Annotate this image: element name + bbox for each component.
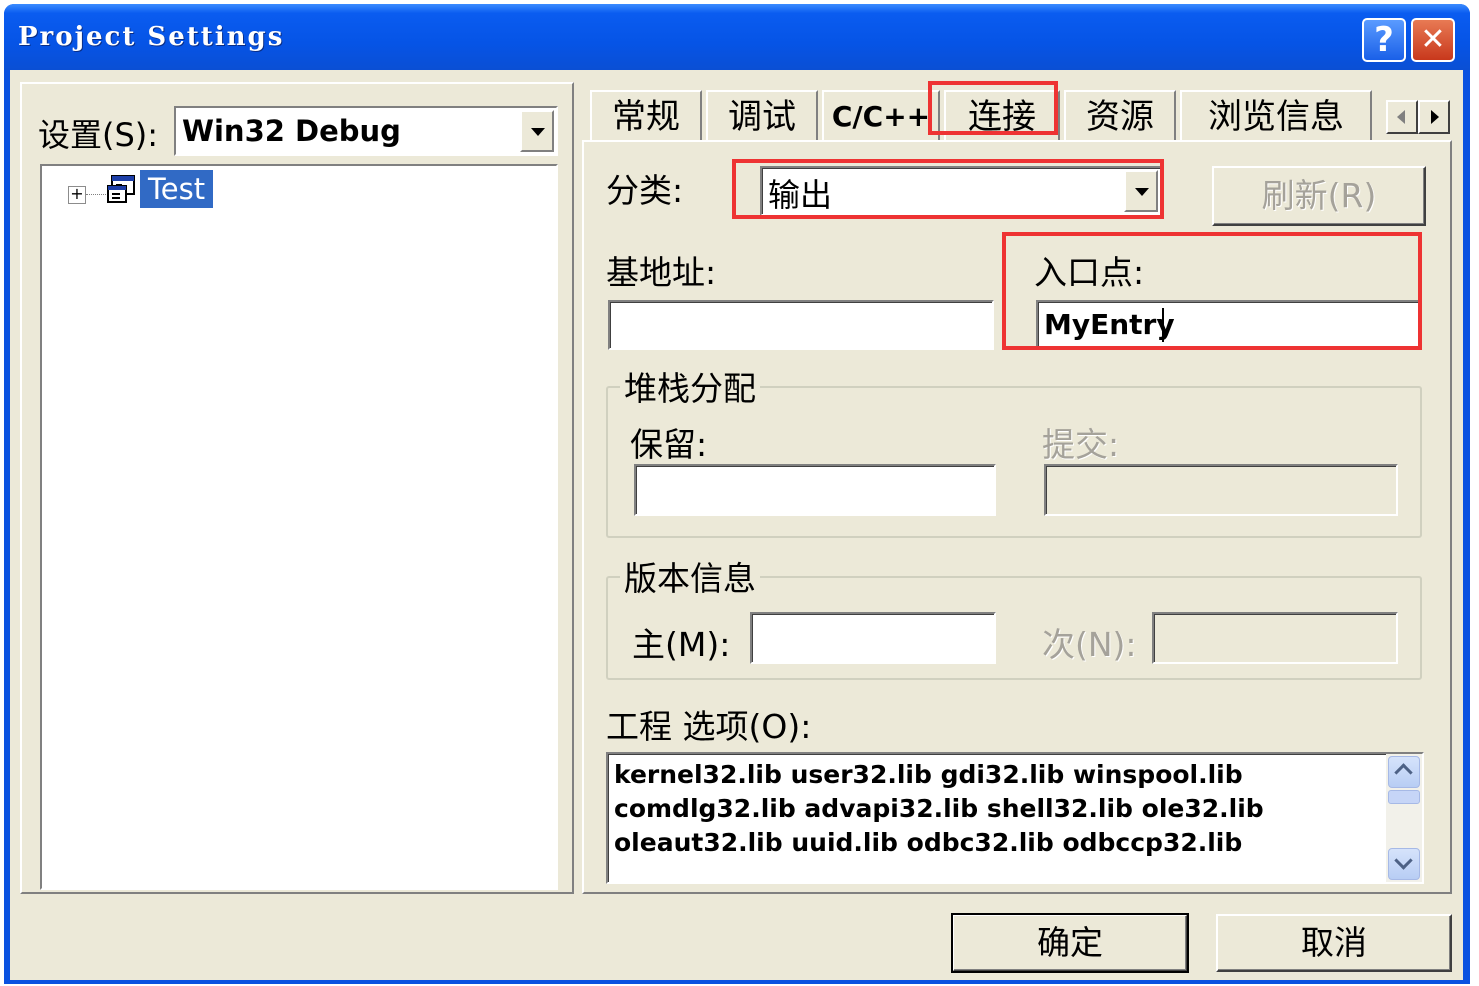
project-options-line: oleaut32.lib uuid.lib odbc32.lib odbccp3…	[614, 828, 1243, 857]
tab-link[interactable]: 连接	[944, 90, 1060, 140]
project-options-line: comdlg32.lib advapi32.lib shell32.lib ol…	[614, 794, 1264, 823]
minor-version-input	[1152, 612, 1398, 664]
cancel-button[interactable]: 取消	[1216, 914, 1452, 972]
entry-point-input[interactable]: MyEntry	[1036, 300, 1422, 350]
refresh-button[interactable]: 刷新(R)	[1212, 166, 1426, 226]
project-options-label: 工程 选项(O):	[606, 707, 812, 746]
configuration-select[interactable]: Win32 Debug	[174, 106, 558, 156]
tab-scroll-left-icon[interactable]	[1386, 100, 1418, 134]
dialog-title: Project Settings	[18, 22, 285, 52]
project-tree-panel: 设置(S): Win32 Debug + Test	[20, 82, 574, 894]
tab-debug[interactable]: 调试	[706, 90, 818, 140]
category-label: 分类:	[606, 171, 684, 210]
settings-tabs: 常规 调试 C/C++ 连接 资源 浏览信息	[590, 86, 1456, 140]
project-options-textarea[interactable]: kernel32.lib user32.lib gdi32.lib winspo…	[606, 752, 1424, 884]
close-icon: ✕	[1420, 22, 1446, 57]
help-button[interactable]: ?	[1362, 18, 1406, 62]
base-address-input[interactable]	[608, 300, 994, 350]
tab-browse-info-label: 浏览信息	[1208, 97, 1344, 137]
major-version-input[interactable]	[750, 612, 996, 664]
ok-button[interactable]: 确定	[951, 913, 1189, 973]
base-address-label: 基地址:	[606, 253, 717, 292]
scroll-down-icon[interactable]	[1388, 848, 1420, 880]
category-select[interactable]: 输出	[760, 166, 1162, 216]
dialog-client-area: 设置(S): Win32 Debug + Test 常规 调试 C/C++ 连接…	[10, 70, 1463, 980]
entry-point-value: MyEntry	[1044, 308, 1175, 341]
scroll-up-icon[interactable]	[1388, 756, 1420, 788]
title-bar[interactable]: Project Settings ? ✕	[4, 4, 1470, 70]
tree-connector	[86, 194, 106, 195]
version-info-title: 版本信息	[620, 552, 760, 600]
project-options-line: kernel32.lib user32.lib gdi32.lib winspo…	[614, 760, 1243, 789]
project-tree[interactable]: + Test	[40, 164, 558, 890]
tab-cpp[interactable]: C/C++	[822, 90, 940, 140]
tree-node-test[interactable]: Test	[140, 170, 214, 208]
text-caret	[1162, 308, 1164, 342]
project-options-scrollbar[interactable]	[1386, 754, 1422, 882]
configuration-dropdown-button[interactable]	[520, 110, 554, 152]
reserve-input[interactable]	[634, 464, 996, 516]
category-dropdown-button[interactable]	[1124, 170, 1158, 212]
tab-scroll-right-icon[interactable]	[1418, 100, 1450, 134]
help-icon: ?	[1374, 20, 1394, 60]
entry-point-label: 入口点:	[1034, 253, 1145, 292]
major-label: 主(M):	[632, 625, 731, 664]
tab-browse-info[interactable]: 浏览信息	[1180, 90, 1372, 140]
tab-debug-label: 调试	[728, 97, 796, 137]
tab-general-label: 常规	[612, 97, 680, 137]
project-icon	[107, 175, 135, 203]
category-value: 输出	[768, 176, 833, 214]
commit-input	[1044, 464, 1398, 516]
project-settings-dialog: Project Settings ? ✕ 设置(S): Win32 Debug …	[4, 4, 1470, 984]
scroll-thumb[interactable]	[1388, 790, 1420, 804]
tab-general[interactable]: 常规	[590, 90, 702, 140]
reserve-label: 保留:	[630, 425, 708, 464]
stack-allocation-title: 堆栈分配	[620, 362, 760, 410]
tab-resources[interactable]: 资源	[1064, 90, 1176, 140]
tab-resources-label: 资源	[1086, 97, 1154, 137]
tab-link-label: 连接	[968, 97, 1036, 137]
link-tab-page: 分类: 输出 刷新(R) 基地址: 入口点: MyEntry 堆栈分配 保留:	[582, 140, 1452, 894]
configuration-value: Win32 Debug	[182, 114, 401, 148]
tab-scroll-buttons	[1386, 100, 1452, 134]
minor-label: 次(N):	[1042, 625, 1137, 664]
settings-for-label: 设置(S):	[38, 116, 159, 154]
tree-expand-icon[interactable]: +	[68, 186, 86, 204]
tab-cpp-label: C/C++	[831, 100, 931, 133]
commit-label: 提交:	[1042, 425, 1120, 464]
close-button[interactable]: ✕	[1411, 18, 1455, 62]
